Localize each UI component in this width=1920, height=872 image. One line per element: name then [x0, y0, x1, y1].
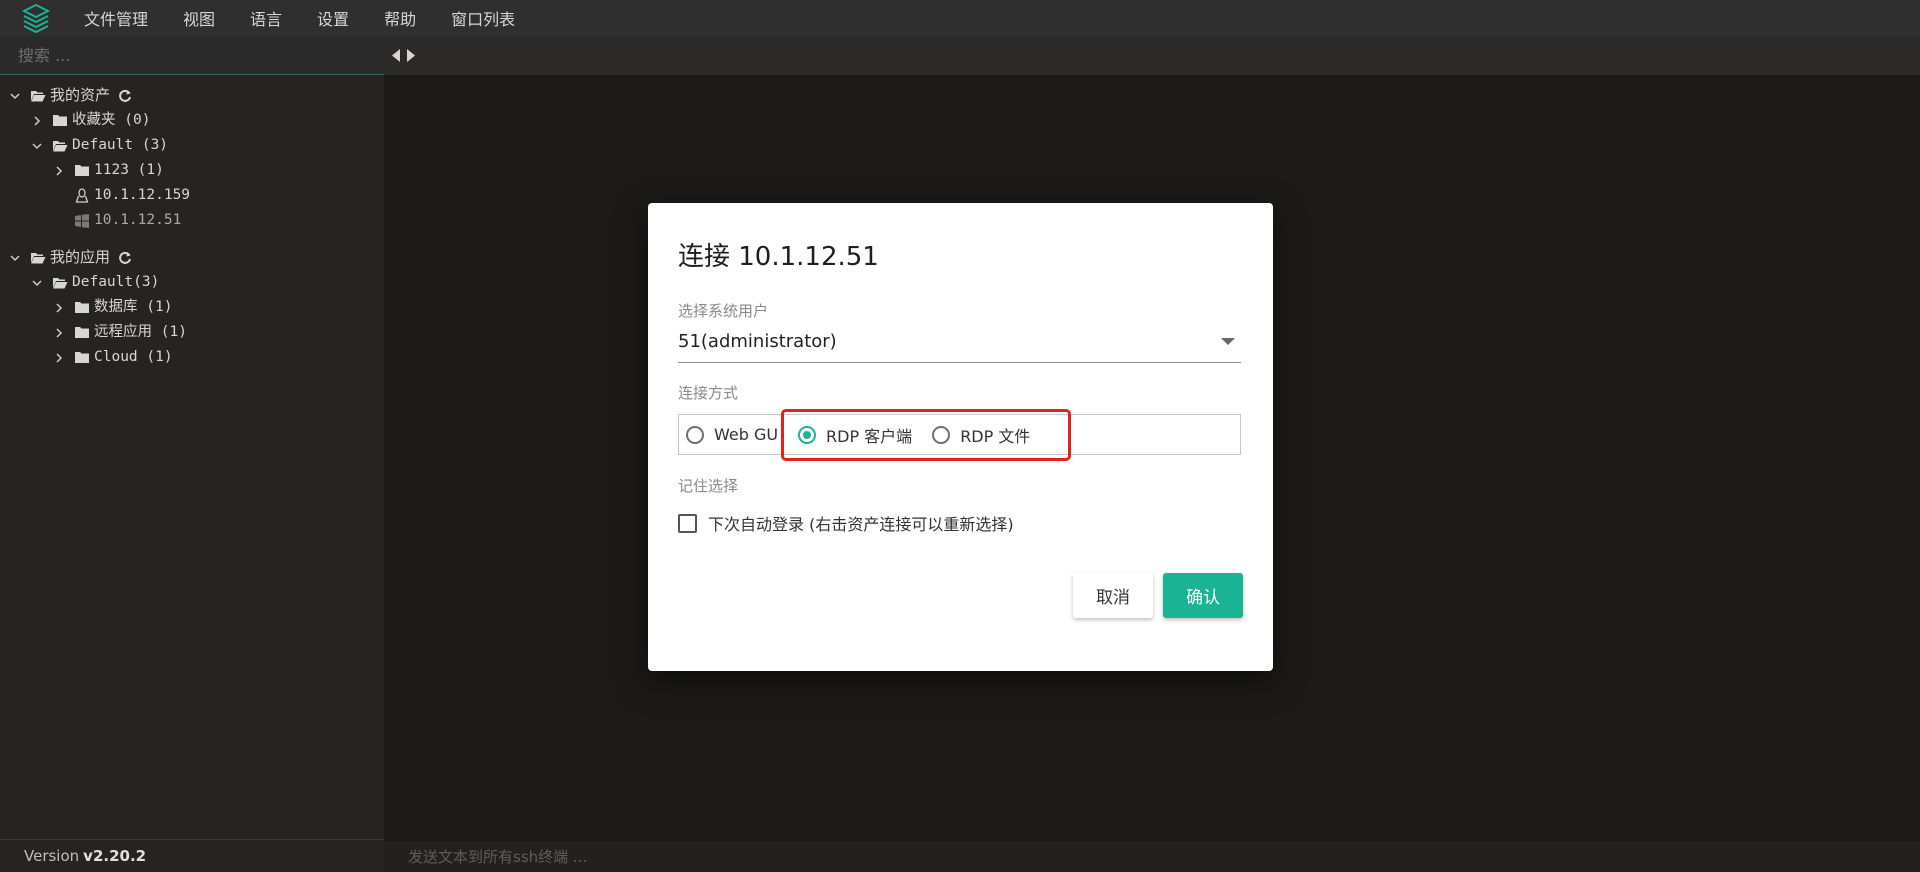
method-rdp-client[interactable]: RDP 客户端: [798, 423, 912, 447]
chevron-down-icon[interactable]: [30, 278, 44, 288]
menu-settings[interactable]: 设置: [317, 6, 349, 30]
chevron-right-icon[interactable]: [52, 327, 66, 338]
linux-icon: [74, 187, 90, 204]
connect-method-label: 连接方式: [678, 384, 739, 402]
arrow-left-icon[interactable]: [390, 48, 402, 64]
connect-method-group: Web GUI RDP 客户端 RDP 文件: [678, 414, 1241, 455]
arrow-right-icon[interactable]: [404, 48, 416, 64]
tree-label: Default (3): [72, 137, 169, 153]
tree-label: Cloud (1): [94, 349, 173, 365]
windows-icon: [74, 213, 90, 229]
asset-tree: 我的资产 收藏夹 (0) Default (3) 1123 (1) 10.1.1…: [0, 75, 384, 370]
tree-label: 我的应用: [50, 248, 111, 266]
radio-button-selected[interactable]: [798, 425, 816, 444]
method-rdp-file[interactable]: RDP 文件: [932, 423, 1030, 447]
menu-language[interactable]: 语言: [250, 6, 282, 30]
chevron-down-icon[interactable]: [30, 141, 44, 151]
chevron-right-icon[interactable]: [30, 115, 44, 126]
menu-help[interactable]: 帮助: [384, 6, 416, 30]
folder-icon: [74, 300, 90, 316]
radio-button[interactable]: [932, 425, 951, 444]
tree-node-default-assets[interactable]: Default (3): [0, 133, 384, 158]
caret-down-icon: [1221, 338, 1235, 345]
method-label: Web GUI: [714, 425, 778, 444]
chevron-down-icon[interactable]: [8, 253, 22, 263]
menu-file-manager[interactable]: 文件管理: [84, 6, 148, 30]
tree-node-my-assets[interactable]: 我的资产: [0, 83, 384, 108]
tree-label: 收藏夹 (0): [72, 112, 151, 128]
dialog-title: 连接 10.1.12.51: [678, 242, 879, 272]
tree-node-cloud[interactable]: Cloud (1): [0, 345, 384, 370]
menu-window-list[interactable]: 窗口列表: [451, 6, 515, 30]
tree-node-favorites[interactable]: 收藏夹 (0): [0, 108, 384, 133]
tree-label: 我的资产: [50, 86, 111, 104]
version-number: v2.20.2: [83, 847, 147, 865]
tree-node-host-windows[interactable]: 10.1.12.51: [0, 208, 384, 233]
auto-login-checkbox[interactable]: [678, 513, 697, 533]
menubar: 文件管理 视图 语言 设置 帮助 窗口列表: [0, 0, 1920, 36]
system-user-value: 51(administrator): [678, 331, 837, 352]
folder-open-icon: [52, 275, 68, 291]
tree-label: 1123 (1): [94, 162, 164, 178]
tree-node-1123[interactable]: 1123 (1): [0, 158, 384, 183]
search-input[interactable]: [16, 44, 356, 66]
tab-bar: [384, 36, 1920, 75]
tree-label: 10.1.12.51: [94, 212, 182, 228]
auto-login-option[interactable]: 下次自动登录 (右击资产连接可以重新选择): [678, 511, 1014, 535]
tree-node-my-apps[interactable]: 我的应用: [0, 245, 384, 270]
tree-node-remote-app[interactable]: 远程应用 (1): [0, 320, 384, 345]
chevron-down-icon[interactable]: [8, 91, 22, 101]
refresh-icon[interactable]: [118, 251, 132, 265]
folder-open-icon: [30, 88, 46, 104]
app-logo-icon: [18, 0, 54, 36]
tree-node-database[interactable]: 数据库 (1): [0, 295, 384, 320]
chevron-right-icon[interactable]: [52, 352, 66, 363]
system-user-select[interactable]: 51(administrator): [678, 321, 1241, 363]
remember-label: 记住选择: [678, 477, 739, 495]
folder-icon: [52, 113, 68, 129]
broadcast-input[interactable]: [406, 846, 1206, 867]
refresh-icon[interactable]: [118, 89, 132, 103]
tree-label: 远程应用 (1): [94, 324, 187, 340]
chevron-right-icon[interactable]: [52, 165, 66, 176]
tree-label: 数据库 (1): [94, 299, 173, 315]
confirm-button[interactable]: 确认: [1163, 573, 1243, 618]
broadcast-bar: [384, 841, 1920, 872]
search-bar: [0, 36, 384, 75]
folder-icon: [74, 325, 90, 341]
sidebar: 我的资产 收藏夹 (0) Default (3): [0, 36, 384, 839]
folder-open-icon: [52, 138, 68, 154]
method-label: RDP 文件: [960, 426, 1031, 446]
system-user-label: 选择系统用户: [678, 302, 769, 320]
tree-node-host-linux[interactable]: 10.1.12.159: [0, 183, 384, 208]
folder-open-icon: [30, 250, 46, 266]
folder-icon: [74, 163, 90, 179]
tree-label: Default(3): [72, 274, 160, 290]
method-web-gui[interactable]: Web GUI: [686, 425, 778, 444]
connect-dialog: 连接 10.1.12.51 选择系统用户 51(administrator) 连…: [648, 203, 1273, 671]
cancel-button[interactable]: 取消: [1073, 573, 1153, 618]
radio-button[interactable]: [686, 425, 704, 444]
folder-icon: [74, 350, 90, 366]
tree-label: 10.1.12.159: [94, 187, 191, 203]
tree-node-default-apps[interactable]: Default(3): [0, 270, 384, 295]
auto-login-label: 下次自动登录 (右击资产连接可以重新选择): [708, 515, 1014, 534]
chevron-right-icon[interactable]: [52, 302, 66, 313]
method-label: RDP 客户端: [826, 426, 913, 446]
version-prefix: Version: [24, 847, 80, 865]
menu-view[interactable]: 视图: [183, 6, 215, 30]
version-bar: Version v2.20.2: [0, 839, 384, 872]
